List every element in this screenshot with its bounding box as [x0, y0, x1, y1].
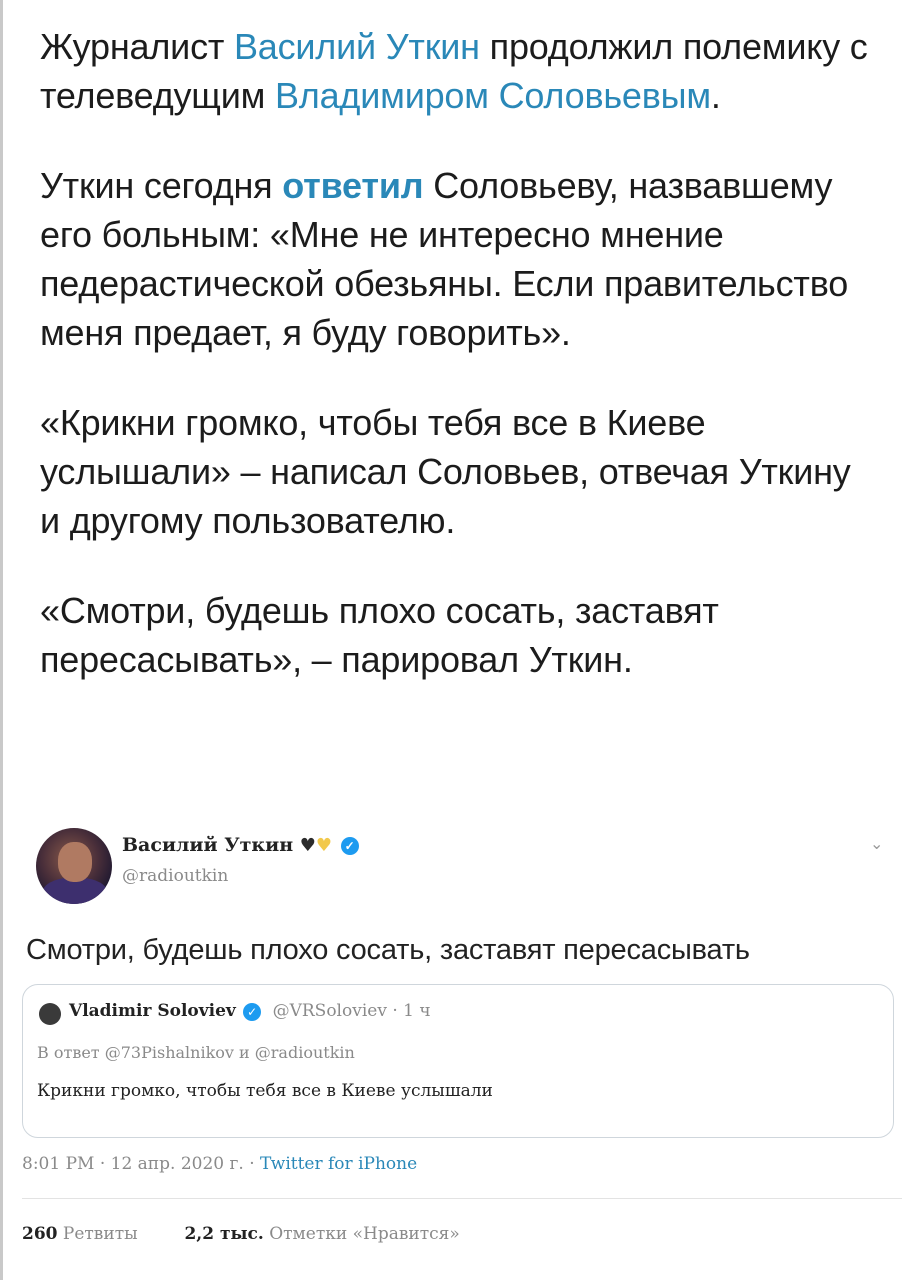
paragraph-4: «Смотри, будешь плохо сосать, заставят п…: [40, 590, 719, 680]
verified-icon: ✓: [243, 1002, 262, 1021]
tweet-timestamp: 8:01 PM · 12 апр. 2020 г. · Twitter for …: [22, 1154, 418, 1174]
chevron-down-icon[interactable]: ⌄: [870, 834, 883, 854]
quote-reply-to: В ответ @73Pishalnikov и @radioutkin: [37, 1043, 355, 1062]
paragraph-1: Журналист Василий Уткин продолжил полеми…: [40, 26, 868, 116]
divider: [22, 1198, 902, 1199]
tweet-handle[interactable]: @radioutkin: [122, 866, 228, 886]
tweet-source-link[interactable]: Twitter for iPhone: [260, 1154, 417, 1174]
black-heart-icon: ♥: [299, 835, 316, 856]
post-body: Журналист Василий Уткин продолжил полеми…: [40, 22, 880, 725]
tweet-stats: 260 Ретвиты 2,2 тыс. Отметки «Нравится»: [22, 1224, 460, 1244]
tweet-text: Смотри, будешь плохо сосать, заставят пе…: [26, 934, 750, 966]
link-vladimir-soloviev[interactable]: Владимиром Соловьевым: [275, 75, 711, 116]
left-border: [0, 0, 3, 1280]
quote-author: Vladimir Soloviev: [69, 1001, 236, 1021]
likes-stat[interactable]: 2,2 тыс. Отметки «Нравится»: [184, 1224, 459, 1244]
paragraph-2: Уткин сегодня ответил Соловьеву, назвавш…: [40, 165, 849, 353]
quoted-tweet[interactable]: Vladimir Soloviev ✓ @VRSoloviev · 1 ч В …: [22, 984, 894, 1138]
tweet-author[interactable]: Василий Уткин ♥♥ ✓: [122, 834, 359, 856]
quote-meta: @VRSoloviev · 1 ч: [272, 1001, 431, 1021]
quote-avatar: [39, 1003, 61, 1025]
avatar-face: [58, 842, 92, 882]
yellow-heart-icon: ♥: [315, 835, 333, 856]
paragraph-3: «Крикни громко, чтобы тебя все в Киеве у…: [40, 402, 851, 541]
avatar[interactable]: [36, 828, 112, 904]
quote-text: Крикни громко, чтобы тебя все в Киеве ус…: [37, 1081, 493, 1101]
link-vasily-utkin[interactable]: Василий Уткин: [234, 26, 480, 67]
retweets-stat[interactable]: 260 Ретвиты: [22, 1224, 138, 1244]
verified-icon: ✓: [340, 837, 359, 855]
link-answered[interactable]: ответил: [282, 165, 423, 206]
quote-header: Vladimir Soloviev ✓ @VRSoloviev · 1 ч: [69, 1001, 431, 1021]
